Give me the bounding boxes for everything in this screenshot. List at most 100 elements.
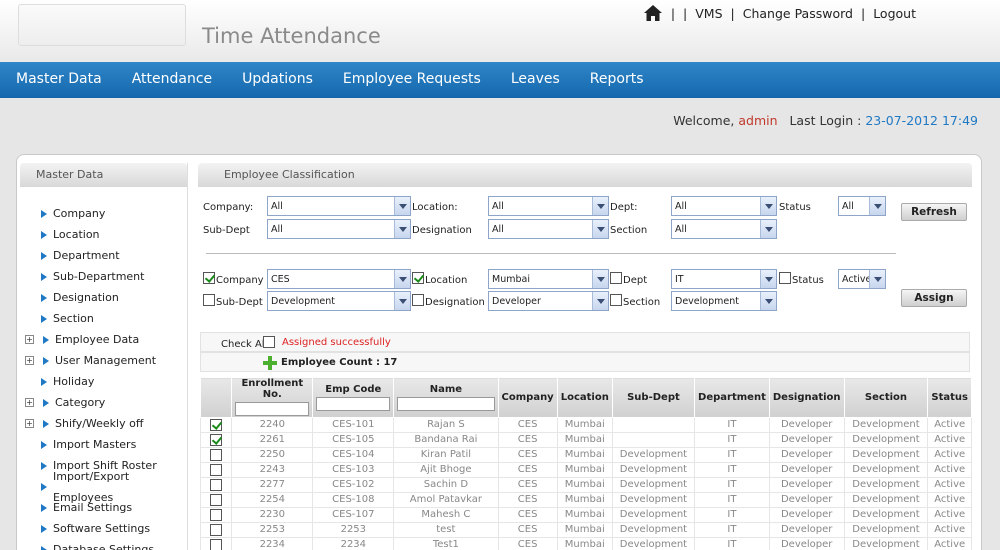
table-cell: Active bbox=[927, 536, 972, 550]
col-location: Location bbox=[556, 377, 613, 418]
table-row: 2254 CES-108 Amol Patavkar CES Mumbai Develop… bbox=[199, 491, 972, 508]
check-all-checkbox[interactable] bbox=[263, 336, 275, 348]
sidebar-item[interactable]: + User Management bbox=[20, 350, 187, 371]
chevron-down-icon bbox=[394, 270, 410, 288]
table-row: 2253 2253 test CES Mumbai Development IT Develo… bbox=[199, 521, 972, 538]
assign-designation-select[interactable]: Developer bbox=[488, 291, 609, 311]
table-cell: CES-107 bbox=[312, 506, 395, 523]
success-message: Assigned successfully bbox=[282, 337, 391, 348]
row-checkbox[interactable] bbox=[210, 493, 223, 506]
row-checkbox[interactable] bbox=[210, 418, 223, 431]
assign-dept-select[interactable]: IT bbox=[671, 269, 777, 289]
nav-reports[interactable]: Reports bbox=[575, 62, 659, 98]
name-filter-input[interactable] bbox=[397, 396, 495, 411]
table-cell: IT bbox=[694, 431, 770, 448]
table-cell: Mumbai bbox=[556, 491, 613, 508]
table-cell: Developer bbox=[768, 431, 845, 448]
assign-company-select[interactable]: CES bbox=[267, 269, 411, 289]
vms-link[interactable]: VMS bbox=[695, 6, 722, 21]
row-checkbox[interactable] bbox=[210, 433, 223, 446]
sidebar-item[interactable]: Sub-Department bbox=[20, 266, 187, 287]
sidebar-item[interactable]: Designation bbox=[20, 287, 187, 308]
assign-status-checkbox[interactable] bbox=[779, 272, 791, 284]
sidebar-item[interactable]: Software Settings bbox=[20, 518, 187, 539]
expand-icon[interactable]: + bbox=[25, 398, 34, 407]
table-cell: Mumbai bbox=[556, 521, 613, 538]
filter-section-label: Section bbox=[610, 225, 648, 236]
row-checkbox[interactable] bbox=[210, 448, 223, 461]
table-cell: Developer bbox=[768, 416, 845, 433]
sidebar-item[interactable]: Import Masters bbox=[20, 434, 187, 455]
table-cell: Development bbox=[611, 536, 696, 550]
chevron-down-icon bbox=[592, 270, 608, 288]
row-checkbox[interactable] bbox=[210, 463, 223, 476]
col-designation: Designation bbox=[768, 377, 845, 418]
filter-designation-select[interactable]: All bbox=[488, 219, 609, 239]
bullet-arrow-icon bbox=[41, 546, 47, 550]
table-cell: 2261 bbox=[231, 431, 314, 448]
expand-icon[interactable]: + bbox=[25, 335, 34, 344]
nav-leaves[interactable]: Leaves bbox=[496, 62, 575, 98]
sidebar-item[interactable]: Location bbox=[20, 224, 187, 245]
sidebar-item[interactable]: + Shify/Weekly off bbox=[20, 413, 187, 434]
change-password-link[interactable]: Change Password bbox=[743, 6, 853, 21]
nav-master-data[interactable]: Master Data bbox=[0, 62, 117, 98]
table-cell: Developer bbox=[768, 461, 845, 478]
row-checkbox[interactable] bbox=[210, 538, 223, 550]
filter-location-select[interactable]: All bbox=[488, 196, 609, 216]
sidebar-item[interactable]: Department bbox=[20, 245, 187, 266]
nav-updations[interactable]: Updations bbox=[227, 62, 328, 98]
table-cell: 2250 bbox=[231, 446, 314, 463]
assign-button[interactable]: Assign bbox=[901, 289, 967, 307]
sidebar-item-label: Email Settings bbox=[53, 501, 133, 514]
expand-icon[interactable]: + bbox=[25, 356, 34, 365]
col-status: Status bbox=[927, 377, 972, 418]
assign-subdept-checkbox[interactable] bbox=[203, 294, 215, 306]
assign-location-select[interactable]: Mumbai bbox=[488, 269, 609, 289]
filter-designation-label: Designation bbox=[412, 225, 472, 236]
sidebar-item[interactable]: Import/Export Employees bbox=[20, 470, 187, 504]
sidebar-item[interactable]: + Employee Data bbox=[20, 329, 187, 350]
row-checkbox[interactable] bbox=[210, 478, 223, 491]
refresh-button[interactable]: Refresh bbox=[901, 203, 967, 221]
emp-code-filter-input[interactable] bbox=[316, 396, 391, 411]
assign-dept-checkbox[interactable] bbox=[610, 272, 622, 284]
sidebar-item[interactable]: Section bbox=[20, 308, 187, 329]
assign-subdept-select[interactable]: Development bbox=[267, 291, 411, 311]
row-checkbox[interactable] bbox=[210, 523, 223, 536]
filter-dept-select[interactable]: All bbox=[671, 196, 777, 216]
table-cell: Developer bbox=[768, 446, 845, 463]
table-cell: Development bbox=[611, 521, 696, 538]
row-checkbox[interactable] bbox=[210, 508, 223, 521]
sidebar-item[interactable]: + Category bbox=[20, 392, 187, 413]
sidebar-item[interactable]: Company bbox=[20, 203, 187, 224]
col-name-label: Name bbox=[429, 383, 463, 395]
enrollment-filter-input[interactable] bbox=[235, 402, 310, 416]
assign-section-checkbox[interactable] bbox=[610, 294, 622, 306]
assign-company-checkbox[interactable] bbox=[203, 272, 215, 284]
table-cell: IT bbox=[694, 521, 770, 538]
welcome-user: admin bbox=[738, 113, 778, 128]
filter-status-select[interactable]: All bbox=[838, 196, 886, 216]
assign-designation-checkbox[interactable] bbox=[412, 294, 424, 306]
expand-icon[interactable]: + bbox=[25, 419, 34, 428]
bullet-arrow-icon bbox=[41, 483, 47, 491]
sidebar-item[interactable]: Holiday bbox=[20, 371, 187, 392]
nav-attendance[interactable]: Attendance bbox=[117, 62, 227, 98]
sidebar-item[interactable]: Email Settings bbox=[20, 497, 187, 518]
filter-section-select[interactable]: All bbox=[671, 219, 777, 239]
home-icon[interactable] bbox=[643, 4, 663, 22]
table-cell: Developer bbox=[768, 476, 845, 493]
filter-company-select[interactable]: All bbox=[267, 196, 411, 216]
assign-location-checkbox[interactable] bbox=[412, 272, 424, 284]
bullet-arrow-icon bbox=[41, 294, 47, 302]
table-cell: CES-103 bbox=[312, 461, 395, 478]
logout-link[interactable]: Logout bbox=[873, 6, 916, 21]
sidebar-item[interactable]: Database Settings bbox=[20, 539, 187, 550]
chevron-down-icon bbox=[394, 292, 410, 310]
assign-section-select[interactable]: Development bbox=[671, 291, 777, 311]
nav-employee-requests[interactable]: Employee Requests bbox=[328, 62, 496, 98]
add-icon[interactable] bbox=[263, 356, 277, 370]
filter-subdept-select[interactable]: All bbox=[267, 219, 411, 239]
assign-status-select[interactable]: Active bbox=[838, 269, 886, 289]
